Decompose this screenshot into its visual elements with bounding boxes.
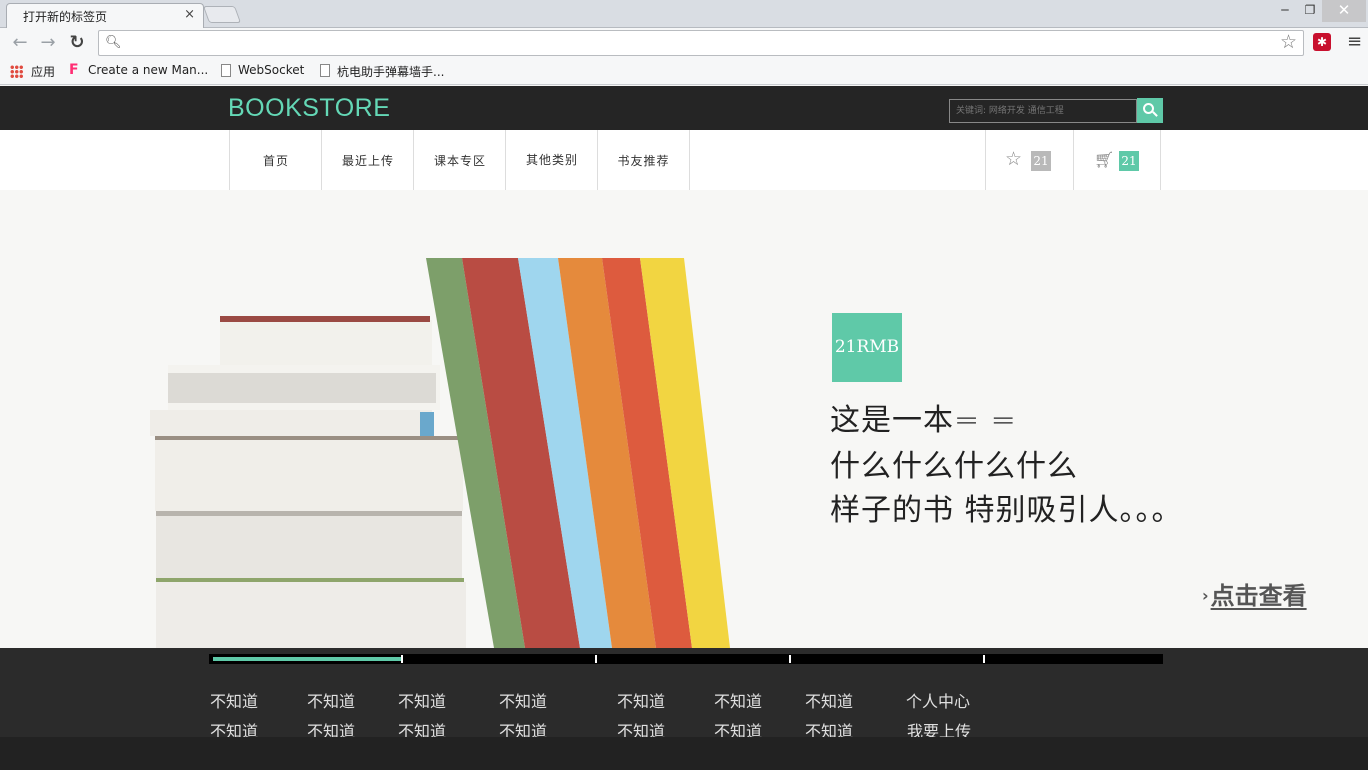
window-close-icon[interactable]: ✕ (1322, 0, 1366, 22)
tab-title: 打开新的标签页 (23, 10, 108, 24)
slider-tick (595, 655, 597, 663)
footer-link[interactable]: 不知道 (805, 688, 853, 712)
footer-link[interactable]: 不知道 (210, 688, 258, 712)
apps-grid-icon (10, 65, 23, 78)
star-icon: ☆ (1005, 148, 1023, 170)
main-nav: 首页 最近上传 课本专区 其他类别 书友推荐 ☆ 21 🛒︎ 21 (0, 130, 1368, 190)
slider-tick (401, 655, 403, 663)
page-icon (320, 64, 330, 77)
bookmark-danmu[interactable]: 杭电助手弹幕墙手... (337, 63, 444, 80)
hero-banner: 21RMB 这是一本= = 什么什么什么什么 样子的书 特别吸引人。。。 ›点击… (0, 190, 1368, 648)
footer-link[interactable]: 不知道 (398, 688, 446, 712)
page-bottom-strip (0, 737, 1368, 770)
site-header: BOOKSTORE (0, 86, 1368, 130)
nav-home[interactable]: 首页 (229, 130, 322, 190)
forward-arrow-icon[interactable]: → (37, 32, 59, 54)
bookmarks-bar: 应用 F Create a new Man... WebSocket 杭电助手弹… (0, 58, 1368, 85)
cart-badge: 21 (1119, 151, 1139, 171)
restore-icon[interactable]: ❐ (1297, 0, 1323, 22)
site-footer: 不知道 不知道 不知道 不知道 不知道 不知道 不知道 个人中心 不知道 不知道… (0, 648, 1368, 741)
cart-icon: 🛒︎ (1094, 150, 1115, 169)
browser-titlebar: 打开新的标签页 × ‒ ❐ ✕ (0, 0, 1368, 28)
footer-link[interactable]: 不知道 (307, 688, 355, 712)
nav-other-categories[interactable]: 其他类别 (505, 130, 598, 190)
browser-toolbar: ← → ↻ 🔍︎ ☆ (0, 28, 1368, 58)
view-details-label: 点击查看 (1210, 582, 1307, 610)
chevron-right-icon: › (1202, 586, 1209, 605)
reload-icon[interactable]: ↻ (66, 32, 88, 54)
hero-line-3: 样子的书 特别吸引人。。。 (830, 493, 1183, 528)
bookmark-star-icon[interactable]: ☆ (1280, 31, 1297, 53)
bookmark-websocket[interactable]: WebSocket (238, 63, 304, 77)
view-details-link[interactable]: ›点击查看 (1202, 576, 1307, 611)
page-icon (221, 64, 231, 77)
cart-button[interactable]: 🛒︎ 21 (1073, 130, 1161, 190)
address-bar[interactable]: 🔍︎ ☆ (98, 30, 1304, 56)
footer-link[interactable]: 不知道 (714, 688, 762, 712)
nav-textbooks[interactable]: 课本专区 (413, 130, 506, 190)
slider-tick (789, 655, 791, 663)
extension-icon[interactable]: ✱ (1313, 33, 1331, 51)
browser-tab[interactable]: 打开新的标签页 × (6, 3, 204, 28)
book-stack-image (150, 258, 730, 648)
footer-link[interactable]: 不知道 (617, 688, 665, 712)
menu-icon[interactable]: ≡ (1347, 31, 1362, 52)
footer-link-user-center[interactable]: 个人中心 (906, 688, 970, 712)
slider-progress-bar[interactable] (209, 654, 1163, 664)
bookmark-apps[interactable]: 应用 (31, 63, 55, 80)
slider-progress-fill (213, 657, 402, 661)
tab-close-icon[interactable]: × (184, 7, 195, 22)
search-input[interactable] (949, 99, 1137, 123)
site-logo[interactable]: BOOKSTORE (228, 94, 390, 123)
favorites-badge: 21 (1031, 151, 1051, 171)
new-tab-button[interactable] (202, 6, 242, 23)
back-arrow-icon[interactable]: ← (9, 32, 31, 54)
bookmark-create-new[interactable]: Create a new Man... (88, 63, 208, 77)
favorites-button[interactable]: ☆ 21 (985, 130, 1073, 190)
search-button[interactable] (1137, 98, 1163, 123)
price-badge: 21RMB (832, 313, 902, 382)
minimize-icon[interactable]: ‒ (1272, 0, 1298, 22)
f-logo-icon: F (69, 62, 79, 78)
address-input[interactable] (125, 34, 1275, 52)
nav-recommend[interactable]: 书友推荐 (597, 130, 690, 190)
search-icon: 🔍︎ (105, 35, 122, 50)
nav-recent-uploads[interactable]: 最近上传 (321, 130, 414, 190)
footer-link[interactable]: 不知道 (499, 688, 547, 712)
slider-tick (983, 655, 985, 663)
hero-line-1: 这是一本= = (830, 403, 1017, 438)
hero-line-2: 什么什么什么什么 (830, 449, 1078, 484)
